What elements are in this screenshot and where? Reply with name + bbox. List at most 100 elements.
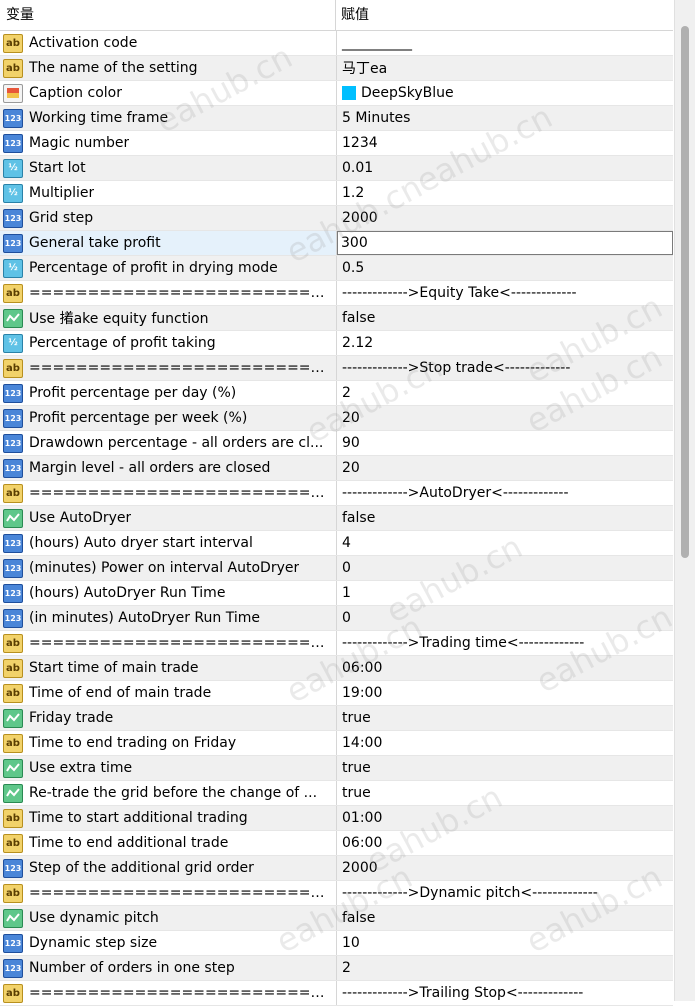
value-cell[interactable]: 0 — [337, 606, 673, 630]
variable-cell[interactable]: 123 Number of orders in one step — [0, 956, 337, 980]
variable-cell[interactable]: ab Time to end additional trade — [0, 831, 337, 855]
table-row[interactable]: 123 Grid step 2000 — [0, 206, 673, 231]
value-cell[interactable]: 10 — [337, 931, 673, 955]
table-row[interactable]: 123 (in minutes) AutoDryer Run Time 0 — [0, 606, 673, 631]
table-row[interactable]: 123 Dynamic step size 10 — [0, 931, 673, 956]
variable-cell[interactable]: ab ==========================... — [0, 631, 337, 655]
table-row[interactable]: ab Time of end of main trade 19:00 — [0, 681, 673, 706]
value-cell[interactable]: ------------->Dynamic pitch<------------… — [337, 881, 673, 905]
table-row[interactable]: Use AutoDryer false — [0, 506, 673, 531]
variable-cell[interactable]: ab ==========================... — [0, 981, 337, 1005]
table-row[interactable]: ½ Multiplier 1.2 — [0, 181, 673, 206]
table-row[interactable]: 123 Drawdown percentage - all orders are … — [0, 431, 673, 456]
table-row[interactable]: 123 Step of the additional grid order 2000 — [0, 856, 673, 881]
value-cell[interactable]: 19:00 — [337, 681, 673, 705]
variable-cell[interactable]: 123 Grid step — [0, 206, 337, 230]
variable-cell[interactable]: 123 Drawdown percentage - all orders are … — [0, 431, 337, 455]
table-row[interactable]: 123 Profit percentage per day (%) 2 — [0, 381, 673, 406]
table-row[interactable]: ab Time to end trading on Friday 14:00 — [0, 731, 673, 756]
table-row[interactable]: ab ==========================... ---------… — [0, 281, 673, 306]
variable-cell[interactable]: 123 (hours) AutoDryer Run Time — [0, 581, 337, 605]
table-row[interactable]: 123 Number of orders in one step 2 — [0, 956, 673, 981]
variable-cell[interactable]: Use 撯ake equity function — [0, 306, 337, 330]
variable-cell[interactable]: ab Time to start additional trading — [0, 806, 337, 830]
value-cell[interactable]: 1234 — [337, 131, 673, 155]
variable-cell[interactable]: 123 Margin level - all orders are closed — [0, 456, 337, 480]
variable-cell[interactable]: ab ==========================... — [0, 881, 337, 905]
value-cell[interactable]: 06:00 — [337, 831, 673, 855]
variable-cell[interactable]: ab ==========================... — [0, 281, 337, 305]
column-header-variable[interactable]: 变量 — [0, 0, 336, 30]
table-row[interactable]: ab ==========================... ---------… — [0, 631, 673, 656]
table-row[interactable]: 123 Profit percentage per week (%) 20 — [0, 406, 673, 431]
variable-cell[interactable]: ab Time to end trading on Friday — [0, 731, 337, 755]
scrollbar-thumb[interactable] — [681, 26, 689, 558]
table-row[interactable]: 123 (minutes) Power on interval AutoDryer… — [0, 556, 673, 581]
variable-cell[interactable]: ab Time of end of main trade — [0, 681, 337, 705]
column-header-value[interactable]: 赋值 — [336, 0, 369, 30]
table-row[interactable]: ab Start time of main trade 06:00 — [0, 656, 673, 681]
value-cell[interactable]: 20 — [337, 406, 673, 430]
value-cell[interactable]: 2 — [337, 381, 673, 405]
value-cell[interactable]: 马丁ea — [337, 56, 673, 80]
value-cell[interactable]: 01:00 — [337, 806, 673, 830]
value-cell[interactable]: true — [337, 781, 673, 805]
table-row[interactable]: 123 Working time frame 5 Minutes — [0, 106, 673, 131]
variable-cell[interactable]: 123 Magic number — [0, 131, 337, 155]
value-cell[interactable]: ------------->Trading time<------------- — [337, 631, 673, 655]
table-row[interactable]: ab ==========================... ---------… — [0, 356, 673, 381]
table-row[interactable]: 123 (hours) Auto dryer start interval 4 — [0, 531, 673, 556]
table-row[interactable]: ½ Percentage of profit taking 2.12 — [0, 331, 673, 356]
table-row[interactable]: ab Time to end additional trade 06:00 — [0, 831, 673, 856]
value-cell[interactable]: true — [337, 706, 673, 730]
variable-cell[interactable]: ab ==========================... — [0, 481, 337, 505]
value-cell[interactable]: 2000 — [337, 856, 673, 880]
value-cell[interactable]: ------------->Equity Take<------------- — [337, 281, 673, 305]
value-cell[interactable]: 1.2 — [337, 181, 673, 205]
table-row[interactable]: Use dynamic pitch false — [0, 906, 673, 931]
variable-cell[interactable]: 123 General take profit — [0, 231, 337, 255]
table-row[interactable]: Use extra time true — [0, 756, 673, 781]
table-row[interactable]: ab ==========================... ---------… — [0, 981, 673, 1006]
variable-cell[interactable]: 123 Profit percentage per day (%) — [0, 381, 337, 405]
value-cell[interactable]: 0.01 — [337, 156, 673, 180]
table-row[interactable]: ab Time to start additional trading 01:00 — [0, 806, 673, 831]
variable-cell[interactable]: Use dynamic pitch — [0, 906, 337, 930]
value-cell[interactable]: false — [337, 906, 673, 930]
value-cell[interactable]: false — [337, 306, 673, 330]
variable-cell[interactable]: ½ Multiplier — [0, 181, 337, 205]
variable-cell[interactable]: Re-trade the grid before the change of .… — [0, 781, 337, 805]
table-row[interactable]: ½ Start lot 0.01 — [0, 156, 673, 181]
value-cell[interactable]: 2.12 — [337, 331, 673, 355]
value-cell[interactable]: 2000 — [337, 206, 673, 230]
variable-cell[interactable]: Use AutoDryer — [0, 506, 337, 530]
variable-cell[interactable]: Caption color — [0, 81, 337, 105]
value-edit-field[interactable]: 300 — [337, 231, 673, 255]
variable-cell[interactable]: 123 (in minutes) AutoDryer Run Time — [0, 606, 337, 630]
value-cell[interactable]: 14:00 — [337, 731, 673, 755]
variable-cell[interactable]: 123 Working time frame — [0, 106, 337, 130]
variable-cell[interactable]: Use extra time — [0, 756, 337, 780]
table-row[interactable]: 123 (hours) AutoDryer Run Time 1 — [0, 581, 673, 606]
variable-cell[interactable]: 123 Step of the additional grid order — [0, 856, 337, 880]
value-cell[interactable]: 2 — [337, 956, 673, 980]
table-row[interactable]: Re-trade the grid before the change of .… — [0, 781, 673, 806]
variable-cell[interactable]: Friday trade — [0, 706, 337, 730]
value-cell[interactable]: ------------->Stop trade<------------- — [337, 356, 673, 380]
table-row[interactable]: 123 Magic number 1234 — [0, 131, 673, 156]
value-cell[interactable]: ------------->AutoDryer<------------- — [337, 481, 673, 505]
value-cell[interactable]: 5 Minutes — [337, 106, 673, 130]
variable-cell[interactable]: ab Activation code — [0, 31, 337, 55]
variable-cell[interactable]: ab Start time of main trade — [0, 656, 337, 680]
value-cell[interactable]: 20 — [337, 456, 673, 480]
value-cell[interactable]: ------------->Trailing Stop<------------… — [337, 981, 673, 1005]
table-row[interactable]: 123 General take profit 300 — [0, 231, 673, 256]
value-cell[interactable]: false — [337, 506, 673, 530]
variable-cell[interactable]: 123 (minutes) Power on interval AutoDryer — [0, 556, 337, 580]
value-cell[interactable]: 90 — [337, 431, 673, 455]
variable-cell[interactable]: ab ==========================... — [0, 356, 337, 380]
variable-cell[interactable]: ½ Percentage of profit in drying mode — [0, 256, 337, 280]
variable-cell[interactable]: 123 Dynamic step size — [0, 931, 337, 955]
variable-cell[interactable]: ½ Percentage of profit taking — [0, 331, 337, 355]
variable-cell[interactable]: 123 Profit percentage per week (%) — [0, 406, 337, 430]
